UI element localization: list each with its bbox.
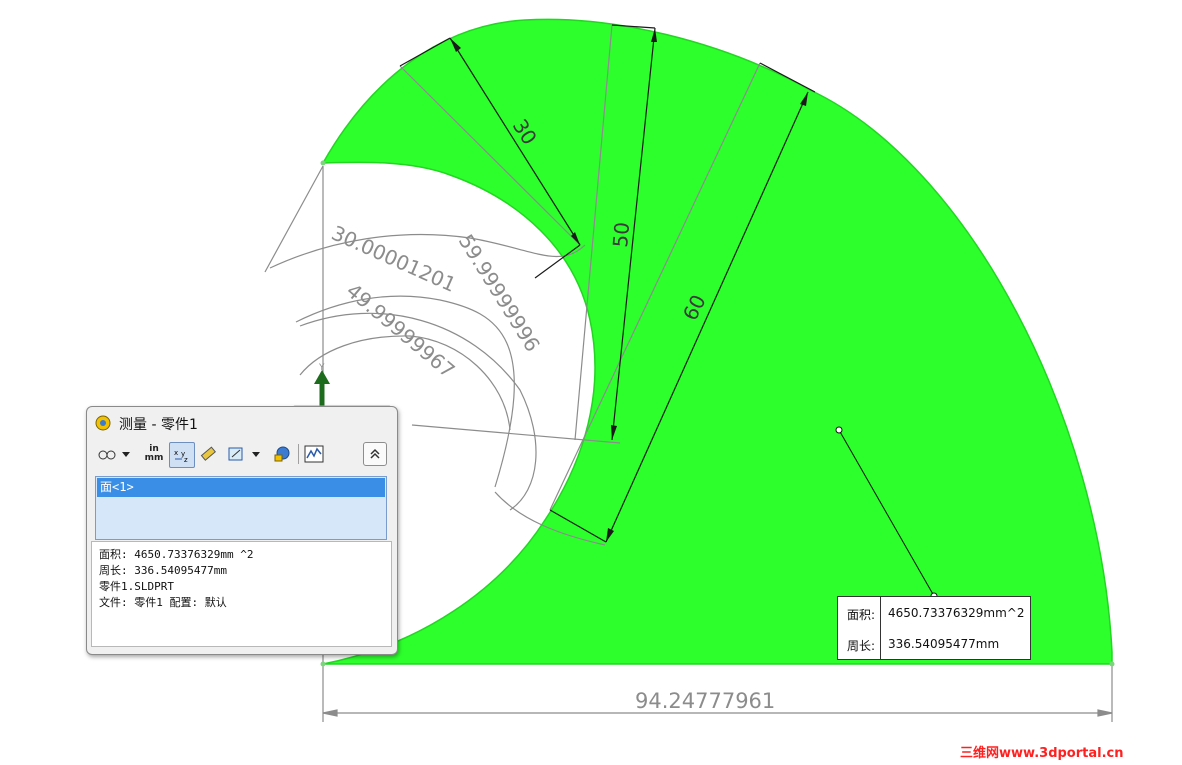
watermark-prefix: 三维网 xyxy=(960,746,1000,761)
coordinate-triad: Y xyxy=(314,363,330,408)
dim-50-text: 50 xyxy=(608,221,634,248)
result-perimeter: 周长: 336.54095477mm xyxy=(99,564,227,577)
watermark: 三维网www.3dportal.cn xyxy=(960,742,1124,761)
leader-anchor xyxy=(835,426,843,434)
arc-measure-icon xyxy=(98,450,116,460)
callout-perimeter-label: 周长: xyxy=(847,639,876,653)
projection-dropdown[interactable] xyxy=(249,442,263,466)
measurement-history-button[interactable] xyxy=(271,442,293,466)
measure-icon xyxy=(95,415,111,431)
show-xyz-measurements-button[interactable]: xyz xyxy=(169,442,195,468)
selection-item-face[interactable]: 面<1> xyxy=(97,478,385,497)
units-precision-button[interactable]: in mm xyxy=(143,442,165,466)
sensor-icon xyxy=(304,445,324,463)
dialog-title: 测量 - 零件1 xyxy=(119,417,198,433)
double-chevron-up-icon xyxy=(370,448,380,459)
chevron-down-icon xyxy=(252,452,260,457)
collapse-button[interactable] xyxy=(363,442,387,466)
selection-list[interactable]: 面<1> xyxy=(95,476,387,540)
chevron-down-icon xyxy=(122,452,130,457)
callout-area-value: 4650.73376329mm^2 xyxy=(888,606,1025,620)
svg-text:z: z xyxy=(184,456,188,463)
callout-area-label: 面积: xyxy=(847,608,876,622)
result-file-config: 文件: 零件1 配置: 默认 xyxy=(99,596,227,609)
point-to-point-button[interactable] xyxy=(197,442,219,466)
result-part: 零件1.SLDPRT xyxy=(99,580,174,593)
toolbar-separator xyxy=(298,444,299,464)
dim-arc-30-text: 30.00001201 xyxy=(328,221,460,297)
arc-options-dropdown[interactable] xyxy=(119,442,133,466)
y-axis-label: Y xyxy=(318,363,325,373)
projection-icon xyxy=(228,447,243,461)
dialog-titlebar[interactable]: 测量 - 零件1 xyxy=(87,407,397,437)
measure-callout: 面积: 4650.73376329mm^2 周长: 336.54095477mm xyxy=(837,596,1031,660)
history-icon xyxy=(274,446,290,462)
arc-circle-options-button[interactable] xyxy=(97,442,117,466)
dim-arc-60-text: 59.99999996 xyxy=(454,230,545,356)
xyz-icon: x yz xyxy=(174,449,188,463)
svg-text:x: x xyxy=(174,449,178,457)
dim-width-text: 94.24777961 xyxy=(635,689,775,713)
ruler-icon xyxy=(200,446,216,461)
watermark-site: www.3dportal.cn xyxy=(999,746,1124,761)
projected-on-button[interactable] xyxy=(225,442,247,466)
units-bottom-label: mm xyxy=(144,453,164,463)
callout-divider xyxy=(880,597,881,659)
create-sensor-button[interactable] xyxy=(303,442,325,466)
measure-dialog: 测量 - 零件1 in mm xyz 面<1> 面积: 4650.7337632… xyxy=(86,406,398,655)
selected-face[interactable] xyxy=(321,18,1113,665)
dialog-toolbar: in mm xyz xyxy=(95,442,389,468)
callout-perimeter-value: 336.54095477mm xyxy=(888,637,1000,651)
measure-results: 面积: 4650.73376329mm ^2 周长: 336.54095477m… xyxy=(91,541,392,647)
dim-arc-50-text: 49.99999967 xyxy=(342,278,460,382)
result-area: 面积: 4650.73376329mm ^2 xyxy=(99,548,254,561)
